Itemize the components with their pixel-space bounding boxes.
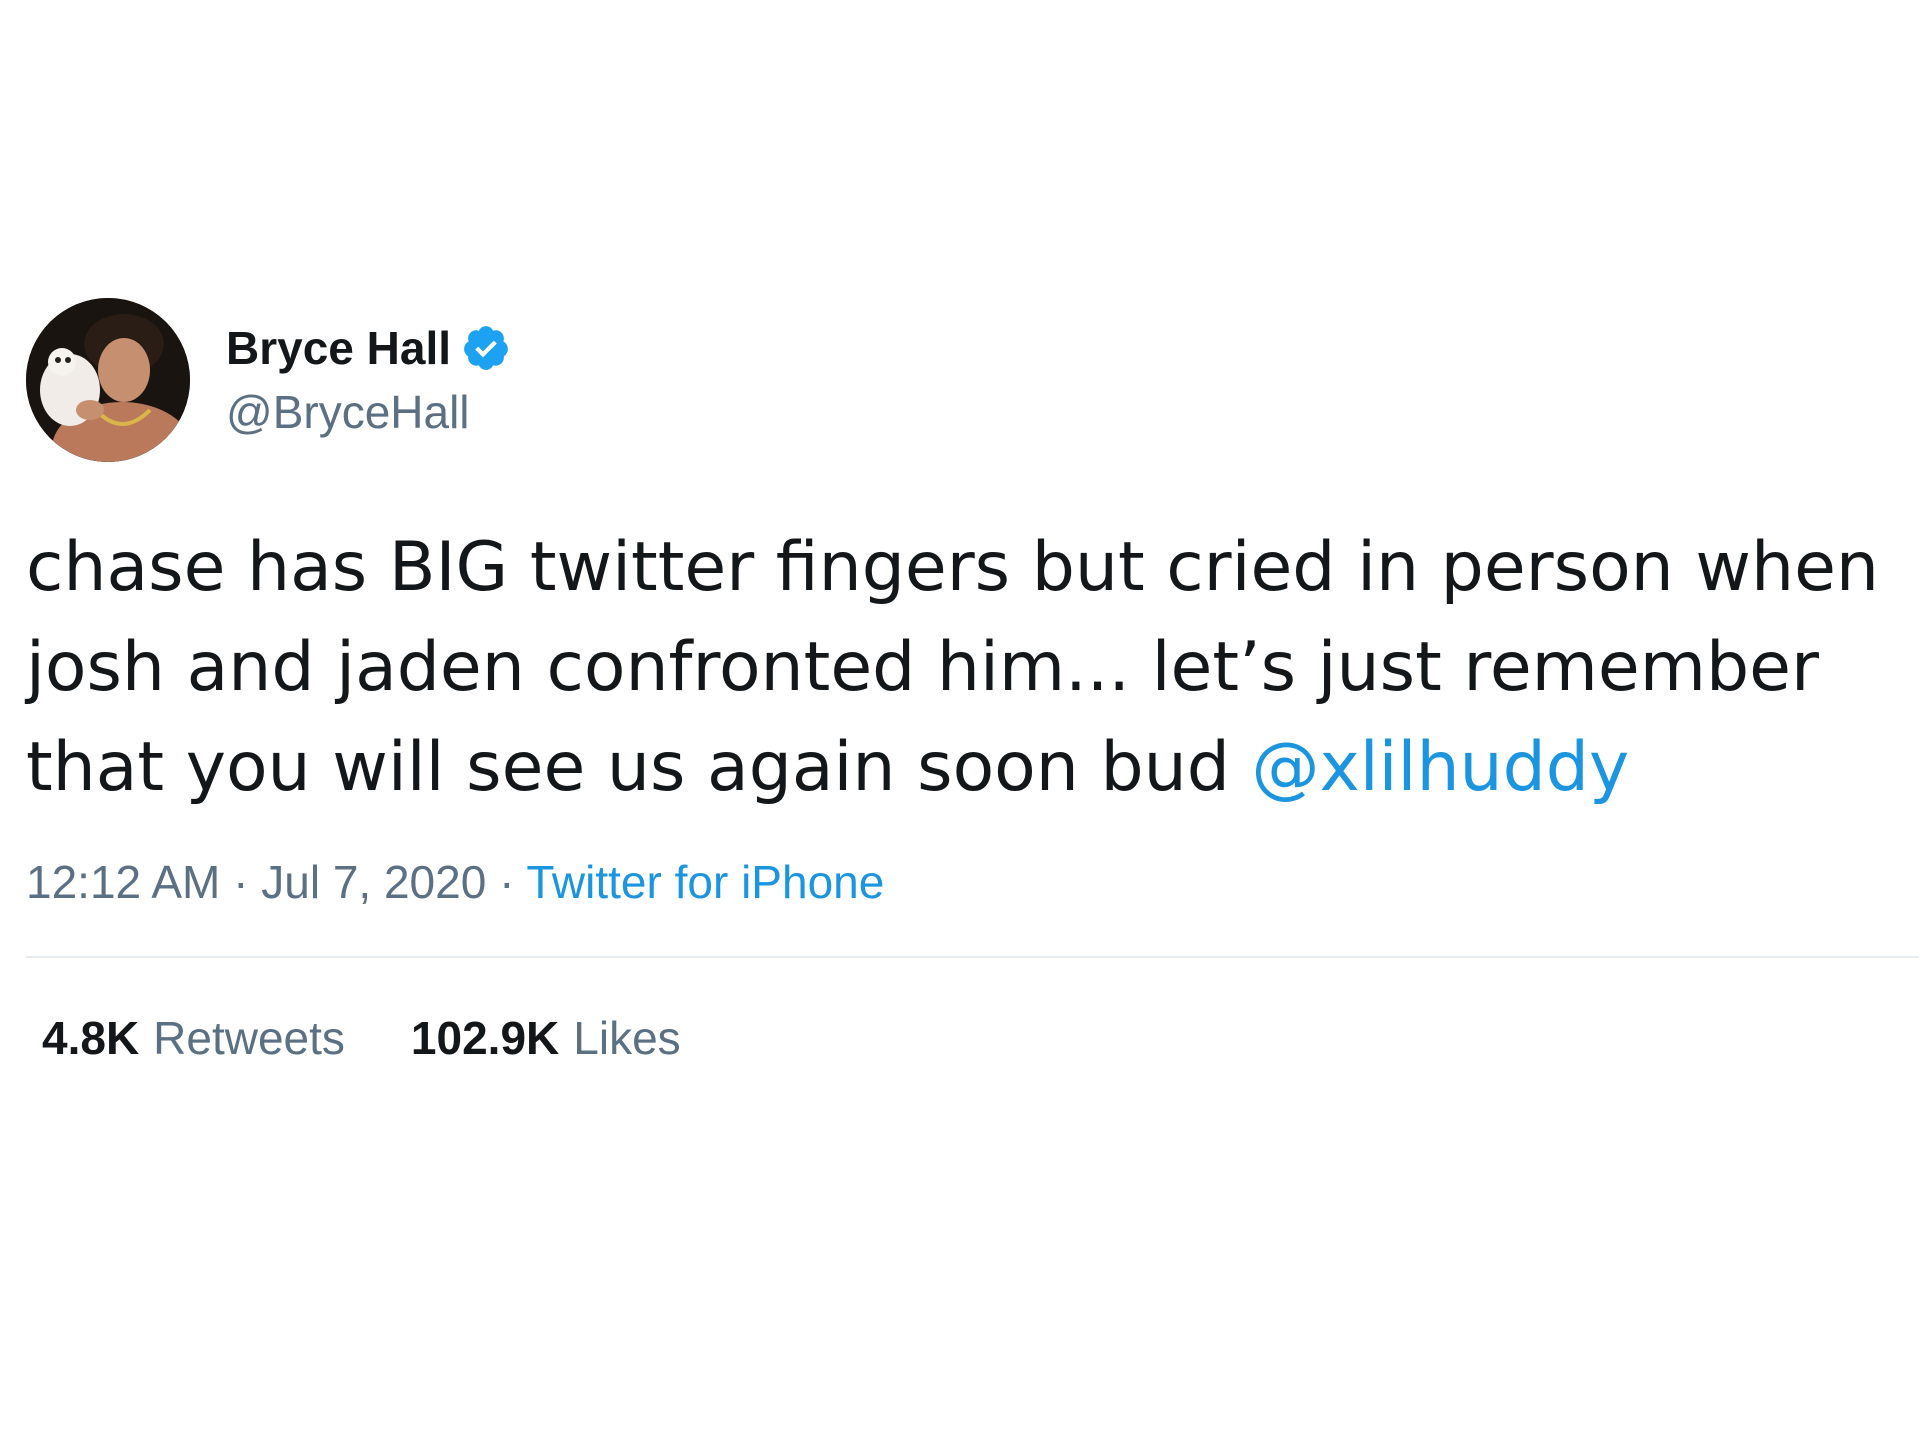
divider (26, 956, 1919, 958)
likes-label: Likes (573, 1012, 681, 1064)
tweet-source-link[interactable]: Twitter for iPhone (526, 856, 884, 908)
tweet-stats: 4.8K Retweets 102.9K Likes (26, 1008, 1919, 1068)
avatar-image (26, 298, 190, 462)
mention-link[interactable]: @xlilhuddy (1252, 728, 1630, 807)
tweet-meta: 12:12 AM · Jul 7, 2020 · Twitter for iPh… (26, 852, 1919, 912)
retweets-label: Retweets (153, 1012, 345, 1064)
display-name-row: Bryce Hall (226, 318, 511, 378)
meta-separator: · (499, 856, 515, 908)
tweet-card: Bryce Hall @BryceHall chase has BIG twit… (26, 298, 1919, 1068)
user-handle[interactable]: @BryceHall (226, 382, 511, 442)
tweet-date[interactable]: Jul 7, 2020 (261, 856, 486, 908)
retweets-count: 4.8K (42, 1012, 140, 1064)
tweet-text: chase has BIG twitter fingers but cried … (26, 518, 1906, 818)
tweet-text-line-3: that you will see us again soon bud (26, 728, 1252, 807)
verified-badge-icon (461, 323, 511, 373)
tweet-text-line-2: josh and jaden confronted him... let’s j… (26, 628, 1819, 707)
meta-separator: · (233, 856, 249, 908)
likes-count: 102.9K (410, 1012, 560, 1064)
avatar[interactable] (26, 298, 190, 462)
tweet-time[interactable]: 12:12 AM (26, 856, 220, 908)
tweet-header: Bryce Hall @BryceHall (26, 298, 1919, 462)
display-name[interactable]: Bryce Hall (226, 321, 451, 375)
tweet-text-line-1: chase has BIG twitter fingers but cried … (26, 528, 1880, 607)
retweets-stat[interactable]: 4.8K Retweets (42, 1008, 345, 1068)
user-names: Bryce Hall @BryceHall (226, 318, 511, 442)
likes-stat[interactable]: 102.9K Likes (411, 1008, 681, 1068)
